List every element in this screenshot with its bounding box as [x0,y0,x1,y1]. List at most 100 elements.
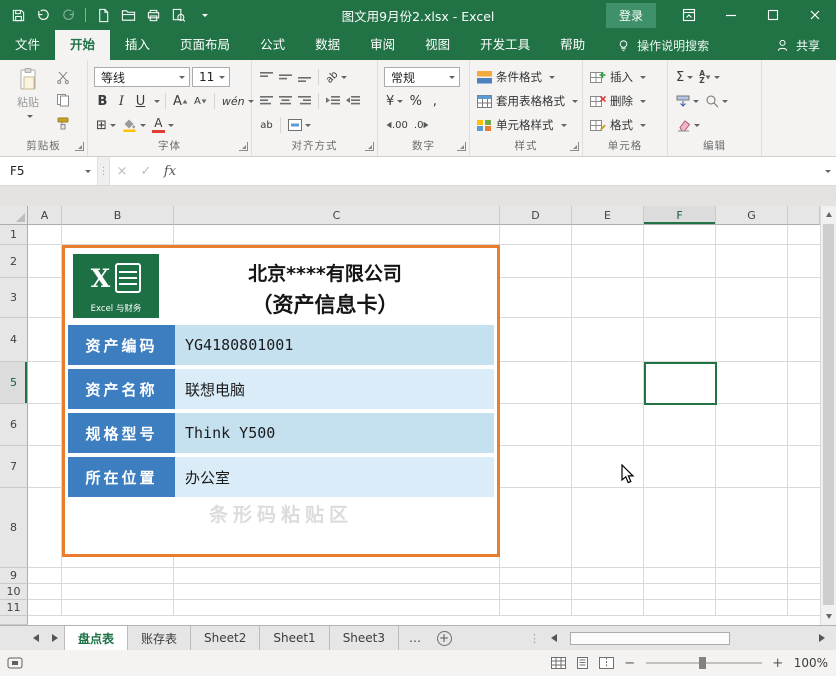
column-header-f[interactable]: F [644,206,716,225]
tab-page-layout[interactable]: 页面布局 [165,30,245,60]
share-button[interactable]: 共享 [759,30,836,60]
tab-insert[interactable]: 插入 [110,30,165,60]
sheet-tab-pandian[interactable]: 盘点表 [64,626,128,650]
bold-button[interactable]: B [94,91,111,111]
undo-icon[interactable] [31,3,55,27]
number-format-select[interactable]: 常规 [384,67,460,87]
tab-formulas[interactable]: 公式 [245,30,300,60]
row-header-7[interactable]: 7 [0,446,28,488]
borders-button[interactable]: ⊞ [94,115,118,135]
italic-button[interactable]: I [113,91,130,111]
increase-decimal-button[interactable]: .00 [384,115,410,135]
sheet-nav-left-icon[interactable] [26,626,45,650]
sheet-tab-sheet2[interactable]: Sheet2 [191,626,260,650]
align-right-button[interactable] [296,91,313,111]
page-layout-view-icon[interactable] [575,657,590,669]
format-cells-button[interactable]: 格式 [590,115,646,135]
normal-view-icon[interactable] [551,657,566,669]
phonetic-guide-button[interactable]: wén [220,91,256,111]
tab-help[interactable]: 帮助 [545,30,600,60]
scroll-right-icon[interactable] [814,634,830,642]
row-header-9[interactable]: 9 [0,568,28,584]
select-all-corner[interactable] [0,206,28,225]
horizontal-scroll-thumb[interactable] [570,632,730,645]
align-top-button[interactable] [258,67,275,87]
new-file-icon[interactable] [91,3,115,27]
increase-indent-button[interactable] [344,91,362,111]
field-value-cell[interactable]: 联想电脑 [175,369,494,409]
company-name[interactable]: 北京****有限公司 [161,259,489,286]
tab-developer[interactable]: 开发工具 [465,30,545,60]
decrease-indent-button[interactable] [324,91,342,111]
sheet-nav-right-icon[interactable] [45,626,64,650]
row-header-2[interactable]: 2 [0,245,28,278]
minimize-button[interactable] [710,0,752,30]
tab-view[interactable]: 视图 [410,30,465,60]
new-sheet-button[interactable] [431,626,457,650]
zoom-out-button[interactable] [623,656,637,671]
scroll-down-icon[interactable] [821,608,836,625]
zoom-slider-thumb[interactable] [699,657,706,669]
row-header-8[interactable]: 8 [0,488,28,568]
cancel-icon[interactable]: × [110,157,134,185]
tab-home[interactable]: 开始 [55,30,110,60]
find-select-button[interactable] [703,91,730,111]
column-header-g[interactable]: G [716,206,788,225]
wrap-text-button[interactable]: ab [258,115,275,135]
field-value-cell[interactable]: 办公室 [175,457,494,497]
barcode-placeholder[interactable]: 条形码粘贴区 [65,500,497,527]
column-header-e[interactable]: E [572,206,644,225]
format-as-table-button[interactable]: 套用表格格式 [477,91,578,111]
align-left-button[interactable] [258,91,275,111]
copy-icon[interactable] [56,92,74,108]
row-header-3[interactable]: 3 [0,278,28,318]
underline-dropdown-icon[interactable] [154,100,160,106]
field-label-cell[interactable]: 资产编码 [68,325,175,365]
row-header-partial[interactable] [0,616,28,625]
field-label-cell[interactable]: 资产名称 [68,369,175,409]
column-header-partial[interactable] [788,206,820,225]
vertical-scrollbar[interactable] [820,206,836,625]
insert-cells-button[interactable]: 插入 [590,67,646,87]
maximize-button[interactable] [752,0,794,30]
fill-button[interactable] [674,91,701,111]
merge-center-button[interactable] [286,115,313,135]
decrease-font-size-button[interactable]: A [192,91,209,111]
horizontal-scroll-track[interactable] [564,630,812,647]
font-dialog-launcher-icon[interactable] [239,142,248,151]
tell-me-search[interactable]: 操作说明搜索 [616,30,709,60]
align-middle-button[interactable] [277,67,294,87]
zoom-slider[interactable] [646,662,762,664]
row-header-6[interactable]: 6 [0,404,28,446]
vertical-scroll-thumb[interactable] [823,224,834,605]
align-center-button[interactable] [277,91,294,111]
open-folder-icon[interactable] [116,3,140,27]
print-icon[interactable] [141,3,165,27]
card-title[interactable]: （资产信息卡） [161,289,489,319]
sheet-tabs-overflow[interactable]: … [399,626,431,650]
sheet-tab-zhangcun[interactable]: 账存表 [128,626,191,650]
row-header-5[interactable]: 5 [0,362,28,404]
comma-style-button[interactable]: , [426,91,443,111]
zoom-level[interactable]: 100% [794,656,828,670]
formula-input[interactable] [182,157,816,185]
underline-button[interactable]: U [132,91,149,111]
row-header-11[interactable]: 11 [0,600,28,616]
column-header-c[interactable]: C [174,206,500,225]
field-label-cell[interactable]: 所在位置 [68,457,175,497]
column-header-a[interactable]: A [28,206,62,225]
align-bottom-button[interactable] [296,67,313,87]
redo-icon[interactable] [56,3,80,27]
column-header-b[interactable]: B [62,206,174,225]
row-header-1[interactable]: 1 [0,225,28,245]
login-button[interactable]: 登录 [606,3,656,28]
styles-dialog-launcher-icon[interactable] [570,142,579,151]
accounting-format-button[interactable]: ¥ [384,91,405,111]
alignment-dialog-launcher-icon[interactable] [365,142,374,151]
tab-review[interactable]: 审阅 [355,30,410,60]
field-value-cell[interactable]: Think Y500 [175,413,494,453]
decrease-decimal-button[interactable]: .0 [412,115,432,135]
cut-icon[interactable] [56,69,74,85]
tab-file[interactable]: 文件 [0,30,55,60]
sheet-tab-sheet1[interactable]: Sheet1 [260,626,329,650]
